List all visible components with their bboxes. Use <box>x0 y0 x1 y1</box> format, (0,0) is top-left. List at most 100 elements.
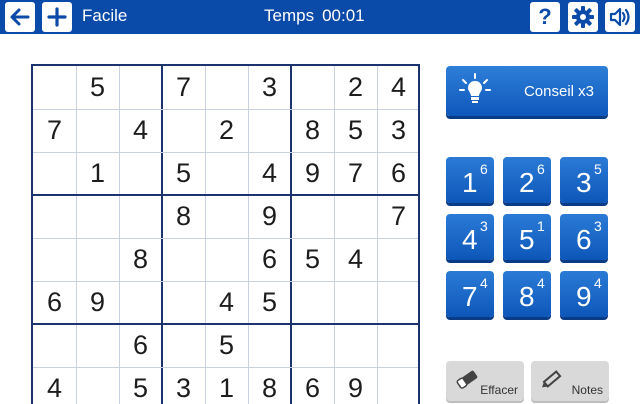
grid-cell[interactable] <box>334 324 377 367</box>
grid-cell[interactable]: 5 <box>76 66 119 109</box>
grid-cell[interactable]: 6 <box>291 367 334 404</box>
grid-cell[interactable]: 5 <box>248 281 291 324</box>
grid-cell[interactable]: 9 <box>248 195 291 238</box>
grid-cell[interactable] <box>76 109 119 152</box>
grid-cell[interactable] <box>162 109 205 152</box>
grid-cell[interactable] <box>119 66 162 109</box>
grid-cell[interactable]: 2 <box>205 109 248 152</box>
box-divider <box>33 194 418 196</box>
grid-cell[interactable]: 2 <box>334 66 377 109</box>
grid-cell[interactable] <box>291 281 334 324</box>
grid-cell[interactable]: 5 <box>119 367 162 404</box>
grid-cell[interactable] <box>76 238 119 281</box>
grid-cell[interactable]: 4 <box>334 238 377 281</box>
grid-cell[interactable] <box>377 281 418 324</box>
cell-divider <box>76 66 77 404</box>
remaining-count: 4 <box>537 275 545 291</box>
grid-cell[interactable]: 8 <box>119 238 162 281</box>
number-button[interactable]: 16 <box>446 157 494 203</box>
grid-cell[interactable]: 7 <box>334 152 377 195</box>
grid-cell[interactable] <box>205 195 248 238</box>
grid-cell[interactable] <box>291 195 334 238</box>
grid-cell[interactable]: 9 <box>291 152 334 195</box>
grid-cell[interactable] <box>76 324 119 367</box>
grid-cell[interactable] <box>162 238 205 281</box>
grid-cell[interactable]: 1 <box>205 367 248 404</box>
grid-cell[interactable] <box>33 66 76 109</box>
grid-cell[interactable] <box>377 324 418 367</box>
grid-cell[interactable] <box>334 195 377 238</box>
grid-cell[interactable]: 3 <box>377 109 418 152</box>
grid-cell[interactable]: 8 <box>162 195 205 238</box>
grid-cell[interactable] <box>76 367 119 404</box>
grid-cell[interactable]: 6 <box>119 324 162 367</box>
grid-cell[interactable]: 7 <box>33 109 76 152</box>
grid-cell[interactable] <box>377 367 418 404</box>
grid-cell[interactable]: 7 <box>162 66 205 109</box>
grid-cell[interactable]: 9 <box>334 367 377 404</box>
grid-cell[interactable] <box>205 66 248 109</box>
grid-cell[interactable] <box>33 238 76 281</box>
grid-cell[interactable] <box>334 281 377 324</box>
grid-cell[interactable]: 3 <box>162 367 205 404</box>
settings-button[interactable] <box>568 2 598 32</box>
number-label: 2 <box>519 167 535 198</box>
grid-cell[interactable] <box>205 238 248 281</box>
grid-cell[interactable] <box>162 281 205 324</box>
grid-cell[interactable]: 6 <box>33 281 76 324</box>
grid-cell[interactable] <box>248 324 291 367</box>
grid-cell[interactable] <box>162 324 205 367</box>
grid-cell[interactable]: 4 <box>119 109 162 152</box>
number-button[interactable]: 35 <box>560 157 608 203</box>
grid-cell[interactable]: 8 <box>248 367 291 404</box>
grid-cell[interactable] <box>119 281 162 324</box>
erase-button[interactable]: Effacer <box>446 361 524 401</box>
number-button[interactable]: 84 <box>503 271 551 317</box>
grid-cell[interactable] <box>248 109 291 152</box>
grid-cell[interactable] <box>205 152 248 195</box>
grid-cell[interactable]: 5 <box>205 324 248 367</box>
grid-cell[interactable] <box>291 66 334 109</box>
grid-cell[interactable]: 6 <box>377 152 418 195</box>
grid-cell[interactable]: 8 <box>291 109 334 152</box>
notes-button[interactable]: Notes <box>531 361 609 401</box>
grid-cell[interactable]: 9 <box>76 281 119 324</box>
grid-cell[interactable]: 1 <box>76 152 119 195</box>
grid-cell[interactable]: 5 <box>334 109 377 152</box>
grid-cell[interactable]: 5 <box>291 238 334 281</box>
grid-cell[interactable]: 5 <box>162 152 205 195</box>
back-button[interactable] <box>5 2 35 32</box>
number-button[interactable]: 26 <box>503 157 551 203</box>
hint-button[interactable]: Conseil x3 <box>446 66 608 116</box>
grid-cell[interactable] <box>291 324 334 367</box>
grid-cell[interactable] <box>33 195 76 238</box>
remaining-count: 4 <box>480 275 488 291</box>
number-button[interactable]: 51 <box>503 214 551 260</box>
grid-cell[interactable] <box>33 324 76 367</box>
grid-cell[interactable]: 6 <box>248 238 291 281</box>
new-game-button[interactable] <box>42 2 72 32</box>
grid-cell[interactable]: 4 <box>377 66 418 109</box>
grid-cell[interactable] <box>119 152 162 195</box>
number-label: 3 <box>576 167 592 198</box>
grid-cell[interactable]: 3 <box>248 66 291 109</box>
number-button[interactable]: 94 <box>560 271 608 317</box>
number-label: 1 <box>462 167 478 198</box>
grid-cell[interactable]: 4 <box>33 367 76 404</box>
sound-button[interactable] <box>605 2 635 32</box>
grid-cell[interactable] <box>119 195 162 238</box>
grid-cell[interactable] <box>76 195 119 238</box>
timer: Temps 00:01 <box>264 6 373 26</box>
number-button[interactable]: 43 <box>446 214 494 260</box>
number-button[interactable]: 74 <box>446 271 494 317</box>
grid-cell[interactable] <box>377 238 418 281</box>
plus-icon <box>47 7 67 27</box>
help-button[interactable]: ? <box>530 2 560 32</box>
grid-cell[interactable]: 7 <box>377 195 418 238</box>
number-label: 4 <box>462 224 478 255</box>
number-button[interactable]: 63 <box>560 214 608 260</box>
grid-cell[interactable] <box>33 152 76 195</box>
box-divider <box>33 323 418 325</box>
grid-cell[interactable]: 4 <box>248 152 291 195</box>
grid-cell[interactable]: 4 <box>205 281 248 324</box>
